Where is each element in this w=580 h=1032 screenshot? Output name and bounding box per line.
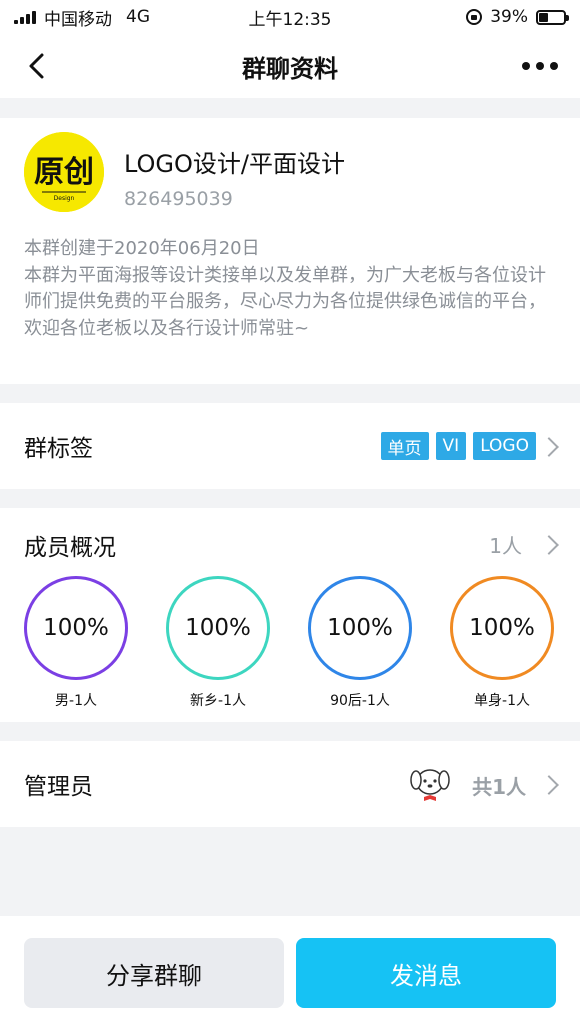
members-count[interactable]: 1人 — [489, 530, 522, 559]
chevron-right-icon[interactable] — [539, 535, 559, 555]
group-description-text: 本群创建于2020年06月20日 本群为平面海报等设计类接单以及发单群，为广大老… — [24, 238, 546, 339]
status-bar: 中国移动 4G 上午12:35 39% — [0, 0, 580, 34]
group-description: 本群创建于2020年06月20日 本群为平面海报等设计类接单以及发单群，为广大老… — [24, 236, 554, 342]
stat-age: 100% 90后-1人 — [308, 576, 412, 710]
group-tags-row[interactable]: 群标签 单页 VI LOGO — [0, 403, 580, 489]
status-left: 中国移动 4G — [14, 5, 150, 30]
stat-value: 100% — [327, 615, 393, 641]
stat-label: 新乡-1人 — [190, 693, 246, 709]
stat-label: 单身-1人 — [474, 693, 530, 709]
send-message-button[interactable]: 发消息 — [296, 938, 556, 1008]
nav-bar: 群聊资料 — [0, 34, 580, 98]
carrier-name: 中国移动 — [44, 9, 112, 30]
svg-text:Design: Design — [54, 195, 75, 202]
more-icon[interactable] — [522, 56, 558, 76]
group-info-card: 原创 Design LOGO设计/平面设计 826495039 本群创建于202… — [0, 118, 580, 384]
stat-value: 100% — [43, 615, 109, 641]
stat-region: 100% 新乡-1人 — [166, 576, 270, 710]
stat-label: 90后-1人 — [330, 693, 390, 709]
admin-title: 管理员 — [24, 774, 93, 800]
group-name: LOGO设计/平面设计 — [124, 150, 345, 178]
admin-row[interactable]: 管理员 共1人 — [0, 741, 580, 827]
battery-percent: 39% — [490, 7, 528, 27]
stat-ring: 100% — [308, 576, 412, 680]
chevron-left-icon[interactable] — [24, 52, 52, 80]
group-logo-icon: 原创 Design — [24, 132, 104, 212]
group-id: 826495039 — [124, 188, 233, 210]
stat-value: 100% — [185, 615, 251, 641]
stat-relationship: 100% 单身-1人 — [450, 576, 554, 710]
group-tags-title: 群标签 — [24, 436, 93, 462]
stat-value: 100% — [469, 615, 535, 641]
admin-total: 共1人 — [472, 775, 526, 799]
tag-item: VI — [435, 432, 467, 460]
members-overview-card: 成员概况 1人 100% 男-1人 100% 新乡-1人 100% 90后-1人… — [0, 508, 580, 722]
tag-item: 单页 — [380, 432, 429, 460]
stat-ring: 100% — [24, 576, 128, 680]
status-right: 39% — [466, 7, 569, 27]
rotation-lock-icon — [466, 9, 483, 25]
stat-gender: 100% 男-1人 — [24, 576, 128, 710]
dog-avatar-icon — [410, 769, 450, 801]
battery-icon — [536, 9, 569, 25]
members-title: 成员概况 — [24, 535, 116, 561]
svg-text:原创: 原创 — [34, 155, 94, 190]
chevron-right-icon — [539, 775, 559, 795]
share-group-button[interactable]: 分享群聊 — [24, 938, 284, 1008]
group-avatar[interactable]: 原创 Design — [24, 132, 104, 212]
bottom-action-bar: 分享群聊 发消息 — [0, 916, 580, 1032]
tag-item: LOGO — [473, 432, 536, 460]
signal-icon — [14, 10, 36, 24]
battery-fill — [539, 12, 549, 22]
stat-ring: 100% — [166, 576, 270, 680]
stat-label: 男-1人 — [55, 693, 97, 709]
stat-ring: 100% — [450, 576, 554, 680]
tag-list: 单页 VI LOGO — [380, 432, 536, 460]
page-title: 群聊资料 — [242, 54, 338, 83]
network-type: 4G — [126, 7, 150, 27]
chevron-right-icon — [539, 437, 559, 457]
